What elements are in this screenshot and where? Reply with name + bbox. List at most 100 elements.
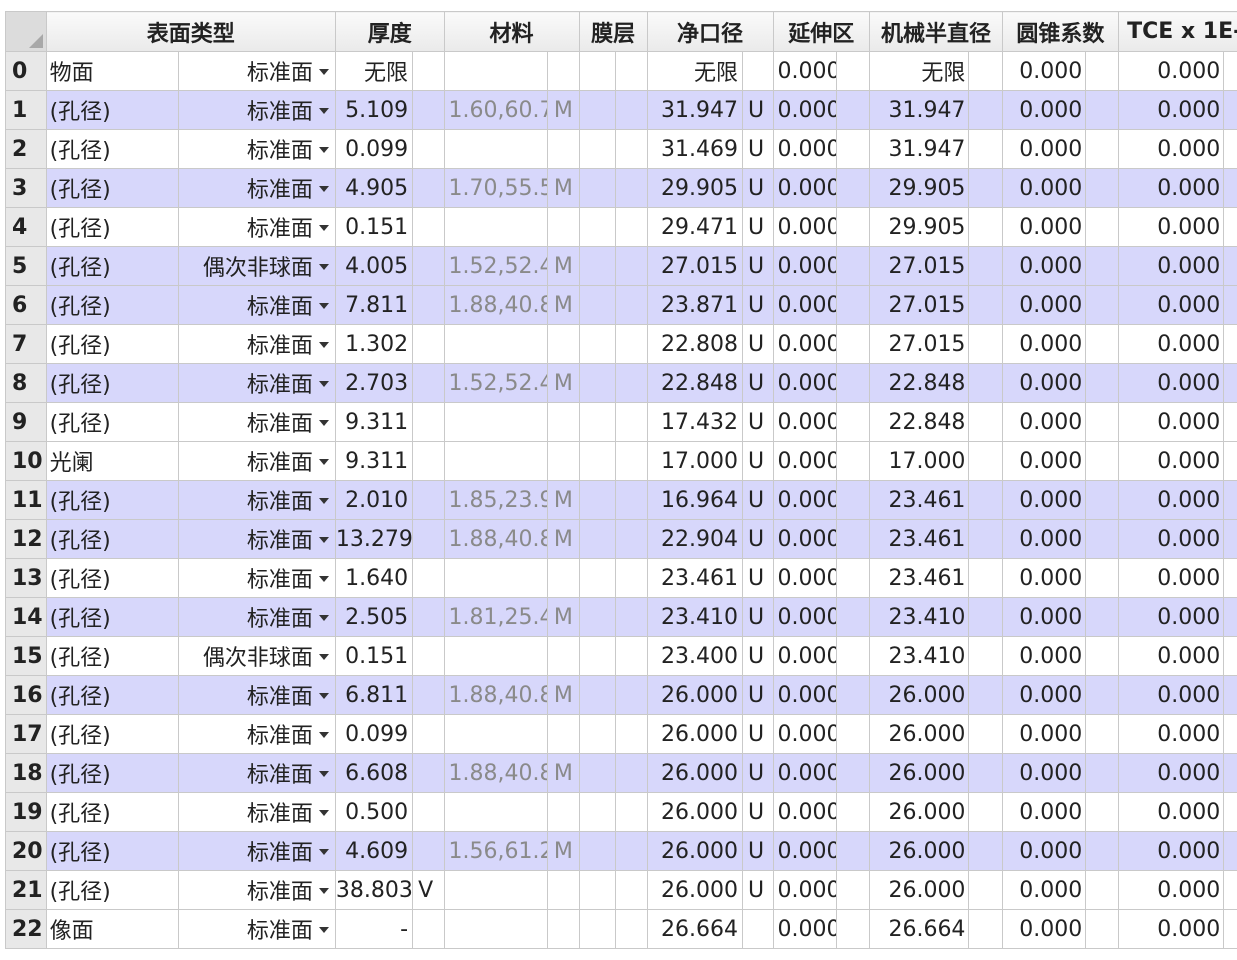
coating-cell[interactable] (578, 558, 617, 598)
clear-semi-dia-cell[interactable]: 22.848 (646, 363, 744, 403)
conic-solve-cell[interactable] (1085, 207, 1119, 247)
material-cell[interactable]: 1.88,40.8 (443, 753, 549, 793)
clear-semi-dia-solve-cell[interactable] (742, 51, 774, 91)
thickness-cell[interactable]: 2.703 (334, 363, 414, 403)
thickness-solve-cell[interactable] (412, 831, 445, 871)
thickness-solve-cell[interactable] (412, 51, 445, 91)
clear-semi-dia-solve-cell[interactable]: U (742, 831, 774, 871)
material-cell[interactable]: 1.81,25.4 (443, 597, 549, 637)
table-row[interactable]: 4 (孔径) 标准面 0.151 29.471 U 0.000 29.905 0.000 0.00… (5, 207, 1237, 247)
comment-cell[interactable]: (孔径) (45, 207, 179, 247)
clear-semi-dia-solve-cell[interactable]: U (742, 597, 774, 637)
mech-semi-dia-solve-cell[interactable] (968, 870, 1003, 910)
thickness-cell[interactable]: 6.811 (334, 675, 414, 715)
material-solve-cell[interactable]: M (547, 285, 580, 325)
thickness-cell[interactable]: 13.279 (334, 519, 414, 559)
dropdown-arrow-icon[interactable] (318, 303, 329, 309)
surface-type-dropdown[interactable]: 标准面 (177, 480, 336, 520)
chip-zone-cell[interactable]: 0.000 (772, 402, 838, 442)
chip-zone-solve-cell[interactable] (836, 168, 870, 208)
header-coating[interactable]: 膜层 (578, 11, 648, 52)
mech-semi-dia-cell[interactable]: 27.015 (868, 324, 970, 364)
thickness-solve-cell[interactable] (412, 246, 445, 286)
coating-cell[interactable] (578, 675, 617, 715)
clear-semi-dia-solve-cell[interactable]: U (742, 324, 774, 364)
conic-solve-cell[interactable] (1085, 753, 1119, 793)
mech-semi-dia-cell[interactable]: 无限 (868, 51, 970, 91)
conic-cell[interactable]: 0.000 (1001, 870, 1087, 910)
chip-zone-cell[interactable]: 0.000 (772, 831, 838, 871)
clear-semi-dia-cell[interactable]: 29.905 (646, 168, 744, 208)
material-cell[interactable]: 1.88,40.8 (443, 519, 549, 559)
conic-cell[interactable]: 0.000 (1001, 402, 1087, 442)
surface-type-dropdown[interactable]: 标准面 (177, 753, 336, 793)
comment-cell[interactable]: (孔径) (45, 831, 179, 871)
table-row[interactable]: 16 (孔径) 标准面 6.811 1.88,40.8 M 26.000 U 0.000 26.0… (5, 675, 1237, 715)
thickness-cell[interactable]: 1.302 (334, 324, 414, 364)
row-number[interactable]: 2 (5, 129, 47, 169)
coating-solve-cell[interactable] (615, 675, 648, 715)
coating-solve-cell[interactable] (615, 324, 648, 364)
material-solve-cell[interactable]: M (547, 519, 580, 559)
table-row[interactable]: 20 (孔径) 标准面 4.609 1.56,61.2 M 26.000 U 0.000 26.0… (5, 831, 1237, 871)
chip-zone-cell[interactable]: 0.000 (772, 363, 838, 403)
chip-zone-solve-cell[interactable] (836, 246, 870, 286)
clear-semi-dia-cell[interactable]: 31.469 (646, 129, 744, 169)
material-solve-cell[interactable] (547, 324, 580, 364)
clear-semi-dia-cell[interactable]: 29.471 (646, 207, 744, 247)
thickness-cell[interactable]: 4.609 (334, 831, 414, 871)
clear-semi-dia-solve-cell[interactable]: U (742, 441, 774, 481)
thickness-solve-cell[interactable] (412, 402, 445, 442)
row-number[interactable]: 5 (5, 246, 47, 286)
conic-cell[interactable]: 0.000 (1001, 246, 1087, 286)
coating-solve-cell[interactable] (615, 480, 648, 520)
surface-type-dropdown[interactable]: 标准面 (177, 285, 336, 325)
mech-semi-dia-cell[interactable]: 23.410 (868, 636, 970, 676)
mech-semi-dia-solve-cell[interactable] (968, 714, 1003, 754)
mech-semi-dia-cell[interactable]: 17.000 (868, 441, 970, 481)
conic-cell[interactable]: 0.000 (1001, 441, 1087, 481)
thickness-solve-cell[interactable] (412, 909, 445, 949)
chip-zone-cell[interactable]: 0.000 (772, 909, 838, 949)
coating-cell[interactable] (578, 753, 617, 793)
dropdown-arrow-icon[interactable] (318, 771, 329, 777)
comment-cell[interactable]: (孔径) (45, 129, 179, 169)
material-cell[interactable]: 1.52,52.4 (443, 363, 549, 403)
row-number[interactable]: 0 (5, 51, 47, 91)
conic-solve-cell[interactable] (1085, 636, 1119, 676)
comment-cell[interactable]: (孔径) (45, 792, 179, 832)
table-row[interactable]: 8 (孔径) 标准面 2.703 1.52,52.4 M 22.848 U 0.000 22.84… (5, 363, 1237, 403)
chip-zone-cell[interactable]: 0.000 (772, 168, 838, 208)
mech-semi-dia-solve-cell[interactable] (968, 636, 1003, 676)
thickness-solve-cell[interactable]: V (412, 870, 445, 910)
conic-solve-cell[interactable] (1085, 714, 1119, 754)
clear-semi-dia-solve-cell[interactable]: U (742, 675, 774, 715)
mech-semi-dia-cell[interactable]: 22.848 (868, 363, 970, 403)
chip-zone-solve-cell[interactable] (836, 207, 870, 247)
tce-cell[interactable]: 0.000 (1117, 168, 1225, 208)
conic-solve-cell[interactable] (1085, 441, 1119, 481)
row-number[interactable]: 9 (5, 402, 47, 442)
thickness-cell[interactable]: 2.505 (334, 597, 414, 637)
thickness-cell[interactable]: 5.109 (334, 90, 414, 130)
coating-solve-cell[interactable] (615, 402, 648, 442)
thickness-cell[interactable]: 0.500 (334, 792, 414, 832)
row-number[interactable]: 21 (5, 870, 47, 910)
tce-solve-cell[interactable] (1223, 402, 1237, 442)
coating-solve-cell[interactable] (615, 285, 648, 325)
conic-cell[interactable]: 0.000 (1001, 168, 1087, 208)
chip-zone-cell[interactable]: 0.000 (772, 51, 838, 91)
conic-solve-cell[interactable] (1085, 363, 1119, 403)
comment-cell[interactable]: 像面 (45, 909, 179, 949)
header-material[interactable]: 材料 (443, 11, 580, 52)
chip-zone-solve-cell[interactable] (836, 402, 870, 442)
tce-cell[interactable]: 0.000 (1117, 558, 1225, 598)
tce-solve-cell[interactable] (1223, 870, 1237, 910)
surface-type-dropdown[interactable]: 标准面 (177, 324, 336, 364)
clear-semi-dia-solve-cell[interactable]: U (742, 363, 774, 403)
tce-solve-cell[interactable] (1223, 129, 1237, 169)
material-cell[interactable]: 1.70,55.5 (443, 168, 549, 208)
chip-zone-cell[interactable]: 0.000 (772, 870, 838, 910)
tce-solve-cell[interactable] (1223, 363, 1237, 403)
thickness-cell[interactable]: 0.099 (334, 714, 414, 754)
